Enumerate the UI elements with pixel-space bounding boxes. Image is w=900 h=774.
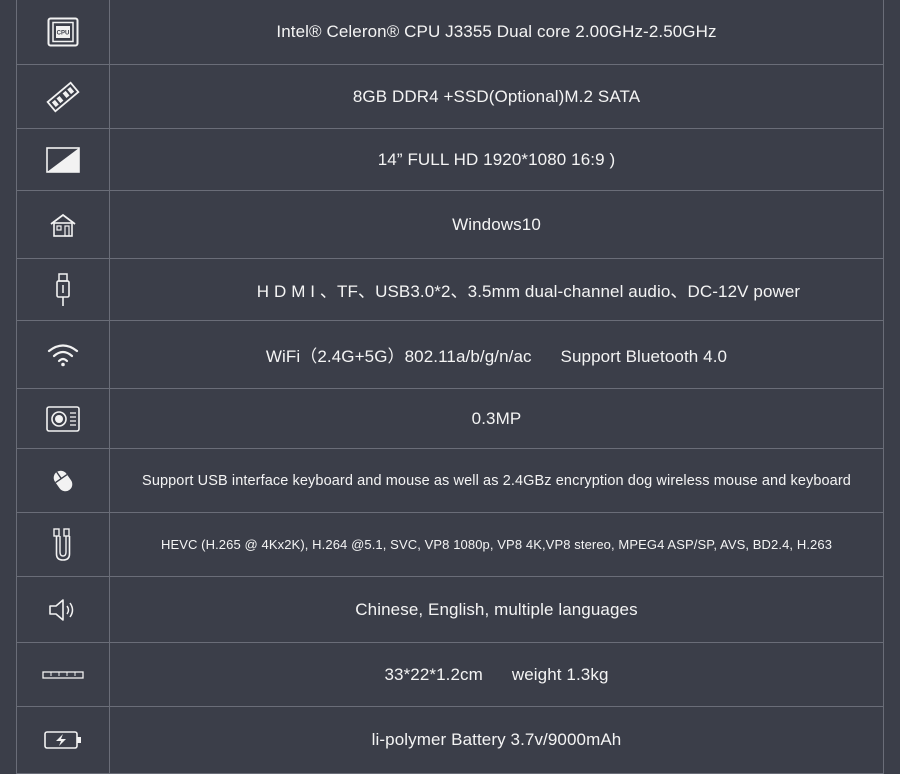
cable-icon: [52, 527, 74, 562]
spec-row-wireless: WiFi（2.4G+5G）802.11a/b/g/n/ac Support Bl…: [17, 320, 883, 388]
icon-cell: [17, 129, 110, 190]
icon-cell: [17, 643, 110, 706]
spec-text: WiFi（2.4G+5G）802.11a/b/g/n/ac Support Bl…: [265, 347, 728, 366]
icon-cell: [17, 513, 110, 576]
spec-text: Intel® Celeron® CPU J3355 Dual core 2.00…: [276, 22, 717, 41]
icon-cell: [17, 259, 110, 320]
spec-text: H D M I 、TF、USB3.0*2、3.5mm dual-channel …: [256, 282, 801, 301]
spec-text: 8GB DDR4 +SSD(Optional)M.2 SATA: [352, 86, 641, 106]
spec-row-size: 33*22*1.2cm weight 1.3kg: [17, 642, 883, 706]
icon-cell: CPU: [17, 0, 110, 64]
spec-text: HEVC (H.265 @ 4Kx2K), H.264 @5.1, SVC, V…: [160, 537, 833, 552]
icon-cell: [17, 65, 110, 128]
spec-row-ports: H D M I 、TF、USB3.0*2、3.5mm dual-channel …: [17, 258, 883, 320]
icon-cell: [17, 577, 110, 642]
icon-cell: [17, 449, 110, 512]
spec-row-camera: 0.3MP: [17, 388, 883, 448]
spec-row-battery: li-polymer Battery 3.7v/9000mAh: [17, 706, 883, 773]
wifi-icon: [47, 343, 79, 367]
icon-cell: [17, 389, 110, 448]
spec-text: Windows10: [452, 214, 541, 234]
spec-row-input: Support USB interface keyboard and mouse…: [17, 448, 883, 512]
spec-row-display: 14” FULL HD 1920*1080 16:9 ): [17, 128, 883, 190]
memory-icon: [46, 80, 80, 114]
svg-text:CPU: CPU: [57, 31, 70, 37]
spec-text: 14” FULL HD 1920*1080 16:9 ): [377, 149, 616, 169]
battery-icon: [44, 730, 82, 750]
spec-table: CPU Intel® Celeron® CPU J3355 Dual core …: [16, 0, 884, 774]
spec-row-video: HEVC (H.265 @ 4Kx2K), H.264 @5.1, SVC, V…: [17, 512, 883, 576]
display-icon: [46, 146, 80, 173]
spec-row-language: Chinese, English, multiple languages: [17, 576, 883, 642]
spec-text: li-polymer Battery 3.7v/9000mAh: [371, 730, 622, 749]
house-icon: [50, 213, 76, 237]
spec-text: 33*22*1.2cm weight 1.3kg: [384, 664, 609, 684]
usb-icon: [55, 272, 71, 307]
icon-cell: [17, 321, 110, 388]
spec-row-os: Windows10: [17, 190, 883, 258]
icon-cell: [17, 191, 110, 258]
spec-text: Support USB interface keyboard and mouse…: [142, 472, 851, 489]
icon-cell: [17, 707, 110, 773]
spec-text: 0.3MP: [471, 408, 522, 428]
camera-icon: [46, 405, 80, 432]
cpu-icon: CPU: [47, 17, 79, 47]
spec-row-cpu: CPU Intel® Celeron® CPU J3355 Dual core …: [17, 0, 883, 64]
spec-text: Chinese, English, multiple languages: [355, 599, 638, 619]
speaker-icon: [48, 598, 78, 622]
mouse-icon: [49, 467, 77, 495]
ruler-icon: [42, 670, 84, 680]
spec-row-memory: 8GB DDR4 +SSD(Optional)M.2 SATA: [17, 64, 883, 128]
